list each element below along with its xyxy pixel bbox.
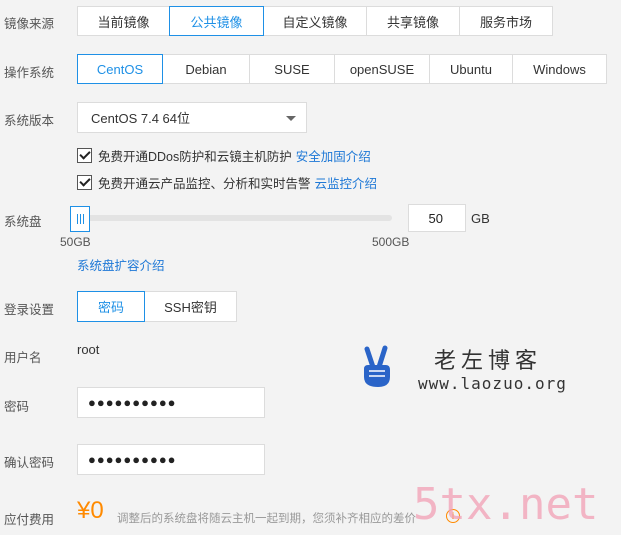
- watermark-5tx: 5tx.net: [413, 479, 599, 530]
- disk-slider-handle[interactable]: [70, 206, 90, 232]
- image-source-current[interactable]: 当前镜像: [77, 6, 170, 36]
- confirm-password-label: 确认密码: [4, 456, 55, 470]
- os-suse[interactable]: SUSE: [249, 54, 335, 84]
- ddos-checkbox-row: 免费开通DDos防护和云镜主机防护 安全加固介绍: [77, 146, 371, 165]
- victory-hand-icon: [358, 345, 396, 394]
- version-label: 系统版本: [4, 114, 55, 128]
- fee-note: 调整后的系统盘将随云主机一起到期，您须补齐相应的差价: [117, 513, 416, 525]
- os-opensuse[interactable]: openSUSE: [334, 54, 430, 84]
- os-centos[interactable]: CentOS: [77, 54, 163, 84]
- fee-amount: ¥0: [77, 497, 104, 524]
- fee-label: 应付费用: [4, 513, 55, 527]
- password-input[interactable]: ●●●●●●●●●●: [77, 387, 265, 418]
- cloud-monitor-link[interactable]: 云监控介绍: [315, 173, 378, 192]
- ddos-checkbox[interactable]: [77, 148, 92, 163]
- os-debian[interactable]: Debian: [162, 54, 250, 84]
- login-label: 登录设置: [4, 303, 55, 317]
- image-source-public[interactable]: 公共镜像: [169, 6, 264, 36]
- image-source-tabs: 当前镜像 公共镜像 自定义镜像 共享镜像 服务市场: [77, 6, 553, 36]
- image-source-custom[interactable]: 自定义镜像: [263, 6, 367, 36]
- image-source-market[interactable]: 服务市场: [459, 6, 553, 36]
- version-select[interactable]: CentOS 7.4 64位: [77, 102, 307, 133]
- image-source-shared[interactable]: 共享镜像: [366, 6, 460, 36]
- watermark-title: 老左博客: [434, 348, 543, 373]
- disk-size-input[interactable]: 50: [408, 204, 466, 232]
- disk-slider-track[interactable]: [77, 215, 392, 221]
- version-value: CentOS 7.4 64位: [91, 111, 190, 126]
- login-tabs: 密码 SSH密钥: [77, 291, 237, 322]
- disk-expand-link[interactable]: 系统盘扩容介绍: [77, 255, 165, 274]
- monitor-checkbox[interactable]: [77, 175, 92, 190]
- login-ssh-tab[interactable]: SSH密钥: [144, 291, 237, 322]
- security-hardening-link[interactable]: 安全加固介绍: [296, 146, 371, 165]
- monitor-checkbox-text: 免费开通云产品监控、分析和实时告警: [98, 177, 311, 191]
- login-password-tab[interactable]: 密码: [77, 291, 145, 322]
- username-value: root: [77, 342, 100, 357]
- confirm-password-input[interactable]: ●●●●●●●●●●: [77, 444, 265, 475]
- ddos-checkbox-text: 免费开通DDos防护和云镜主机防护: [98, 150, 292, 164]
- os-ubuntu[interactable]: Ubuntu: [429, 54, 513, 84]
- watermark-url: www.laozuo.org: [418, 374, 567, 393]
- password-label: 密码: [4, 400, 30, 414]
- os-tabs: CentOS Debian SUSE openSUSE Ubuntu Windo…: [77, 54, 607, 84]
- disk-unit: GB: [471, 211, 490, 226]
- os-windows[interactable]: Windows: [512, 54, 607, 84]
- disk-label: 系统盘: [4, 215, 42, 229]
- disk-min-label: 50GB: [60, 235, 91, 249]
- username-label: 用户名: [4, 351, 42, 365]
- image-source-label: 镜像来源: [4, 17, 55, 31]
- monitor-checkbox-row: 免费开通云产品监控、分析和实时告警 云监控介绍: [77, 173, 377, 192]
- chevron-down-icon: [286, 116, 296, 121]
- os-label: 操作系统: [4, 66, 55, 80]
- disk-max-label: 500GB: [372, 235, 410, 249]
